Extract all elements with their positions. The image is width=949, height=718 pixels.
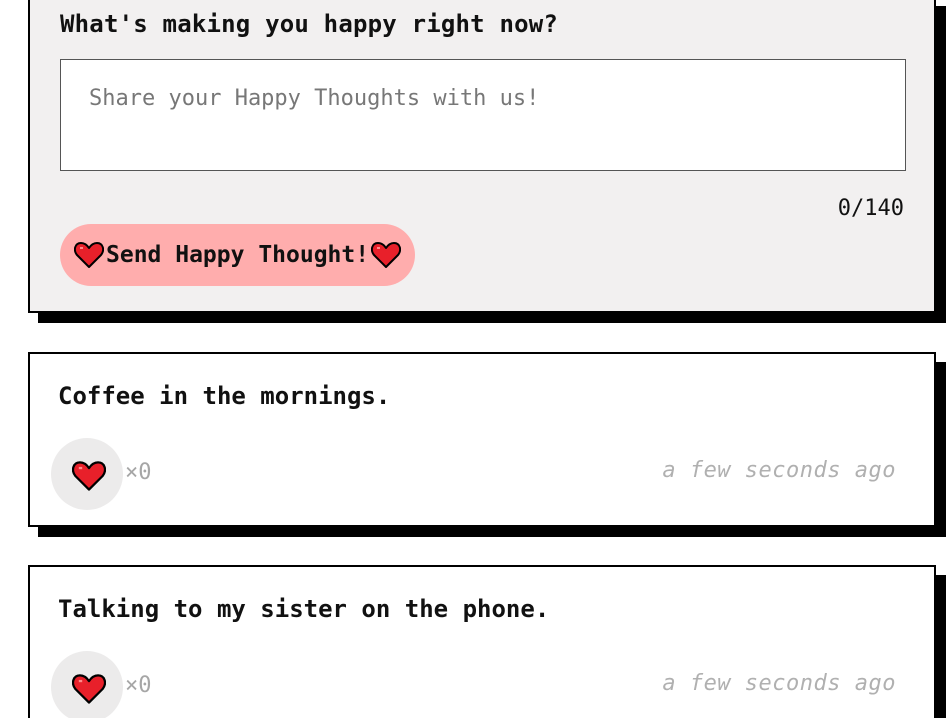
thought-input[interactable] (60, 59, 906, 171)
like-count: ×0 (125, 673, 152, 698)
like-button[interactable] (51, 651, 123, 718)
character-counter: 0/140 (837, 196, 904, 221)
thought-form-card: What's making you happy right now? 0/140… (28, 0, 936, 313)
like-button[interactable] (51, 438, 123, 510)
heart-icon (74, 241, 104, 269)
like-count: ×0 (125, 460, 152, 485)
send-happy-thought-button[interactable]: Send Happy Thought! (60, 224, 416, 286)
thought-card: Coffee in the mornings. ×0 a few seconds… (28, 352, 936, 527)
thought-message: Talking to my sister on the phone. (58, 595, 550, 623)
happy-thoughts-page: What's making you happy right now? 0/140… (0, 0, 949, 718)
thought-card: Talking to my sister on the phone. ×0 a … (28, 565, 936, 718)
thought-timestamp: a few seconds ago (662, 458, 896, 483)
heart-icon (371, 241, 402, 269)
thought-message: Coffee in the mornings. (58, 382, 391, 410)
heart-icon (72, 460, 106, 491)
send-button-label: Send Happy Thought! (106, 242, 370, 268)
heart-icon (72, 673, 106, 704)
thought-timestamp: a few seconds ago (662, 671, 896, 696)
form-title: What's making you happy right now? (60, 10, 559, 38)
